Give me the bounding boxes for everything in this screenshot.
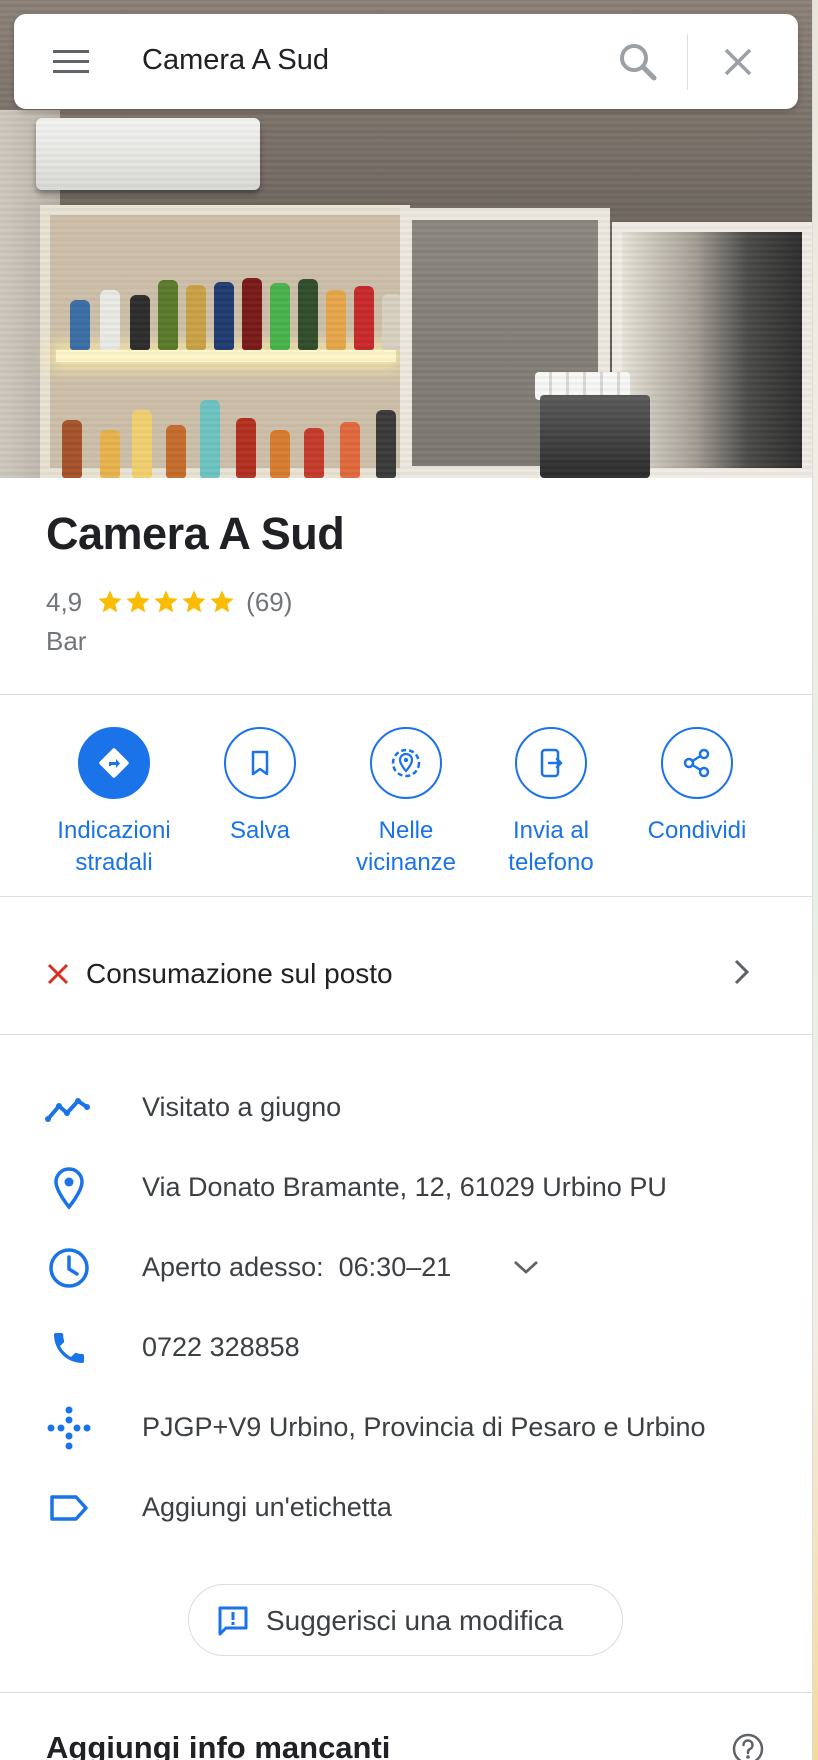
send-to-phone-label-2: telefono bbox=[508, 849, 594, 876]
hours-value: 06:30–21 bbox=[338, 1252, 452, 1282]
star-icon bbox=[126, 590, 150, 613]
phone-row[interactable]: 0722 328858 bbox=[0, 1312, 812, 1384]
chevron-right-icon bbox=[734, 959, 750, 985]
trending-icon bbox=[44, 1086, 94, 1130]
phone-text: 0722 328858 bbox=[142, 1332, 300, 1362]
nearby-label-2: vicinanze bbox=[355, 849, 457, 876]
hours-label: Aperto adesso: bbox=[142, 1252, 324, 1282]
review-count[interactable]: (69) bbox=[246, 587, 292, 618]
share-button[interactable]: Condividi bbox=[624, 727, 770, 847]
star-icon bbox=[210, 590, 234, 613]
dine-in-label: Consumazione sul posto bbox=[86, 958, 393, 989]
directions-icon bbox=[78, 727, 150, 799]
place-category[interactable]: Bar bbox=[46, 626, 86, 657]
star-icon bbox=[182, 590, 206, 613]
menu-icon[interactable] bbox=[51, 46, 91, 78]
address-text: Via Donato Bramante, 12, 61029 Urbino PU bbox=[142, 1172, 667, 1202]
plus-code-text: PJGP+V9 Urbino, Provincia di Pesaro e Ur… bbox=[142, 1412, 706, 1442]
search-box[interactable]: Camera A Sud bbox=[14, 14, 798, 109]
clock-icon bbox=[44, 1246, 94, 1290]
add-label-row[interactable]: Aggiungi un'etichetta bbox=[0, 1472, 812, 1544]
divider bbox=[0, 1692, 812, 1693]
suggest-edit-label: Suggerisci una modifica bbox=[266, 1605, 564, 1636]
add-label-text: Aggiungi un'etichetta bbox=[142, 1492, 392, 1522]
search-icon[interactable] bbox=[614, 38, 662, 86]
place-title: Camera A Sud bbox=[46, 508, 345, 559]
rating-row[interactable]: 4,9 (69) bbox=[46, 585, 292, 619]
search-input[interactable]: Camera A Sud bbox=[142, 44, 329, 77]
location-pin-icon bbox=[44, 1166, 94, 1210]
directions-button[interactable]: Indicazioni stradali bbox=[41, 727, 187, 879]
help-icon[interactable] bbox=[731, 1732, 765, 1760]
star-icon bbox=[154, 590, 178, 613]
place-panel: Camera A Sud Camera A Sud 4,9 (69) Bar I… bbox=[0, 0, 813, 1760]
send-to-phone-button[interactable]: Invia al telefono bbox=[478, 727, 624, 879]
rating-stars bbox=[96, 588, 236, 616]
search-divider bbox=[687, 34, 688, 90]
save-button[interactable]: Salva bbox=[187, 727, 333, 847]
missing-info-heading: Aggiungi info mancanti bbox=[46, 1730, 391, 1760]
save-label: Salva bbox=[229, 817, 291, 844]
nearby-button[interactable]: Nelle vicinanze bbox=[333, 727, 479, 879]
hours-row[interactable]: Aperto adesso: 06:30–21 bbox=[0, 1232, 812, 1304]
plus-code-icon bbox=[44, 1406, 94, 1450]
divider bbox=[0, 896, 812, 897]
map-background[interactable] bbox=[813, 0, 818, 1760]
bookmark-icon bbox=[224, 727, 296, 799]
close-icon[interactable] bbox=[714, 38, 762, 86]
directions-label-1: Indicazioni bbox=[57, 817, 171, 844]
address-row[interactable]: Via Donato Bramante, 12, 61029 Urbino PU bbox=[0, 1152, 812, 1224]
phone-icon bbox=[44, 1326, 94, 1370]
dine-in-row[interactable]: Consumazione sul posto bbox=[0, 935, 812, 1015]
send-to-phone-icon bbox=[515, 727, 587, 799]
nearby-icon bbox=[370, 727, 442, 799]
send-to-phone-label-1: Invia al bbox=[512, 817, 590, 844]
divider bbox=[0, 1034, 812, 1035]
visited-text: Visitato a giugno bbox=[142, 1092, 342, 1122]
star-icon bbox=[98, 590, 122, 613]
plus-code-row[interactable]: PJGP+V9 Urbino, Provincia di Pesaro e Ur… bbox=[0, 1392, 812, 1464]
directions-label-2: stradali bbox=[75, 849, 153, 876]
unavailable-icon bbox=[47, 963, 69, 985]
share-icon bbox=[661, 727, 733, 799]
rating-value: 4,9 bbox=[46, 586, 83, 617]
divider bbox=[0, 694, 812, 695]
chevron-down-icon[interactable] bbox=[511, 1256, 541, 1278]
visited-row[interactable]: Visitato a giugno bbox=[0, 1072, 812, 1144]
share-label: Condividi bbox=[647, 817, 747, 844]
feedback-icon bbox=[218, 1606, 248, 1636]
nearby-label-1: Nelle bbox=[378, 817, 434, 844]
label-icon bbox=[44, 1486, 94, 1530]
suggest-edit-button[interactable]: Suggerisci una modifica bbox=[188, 1584, 623, 1656]
